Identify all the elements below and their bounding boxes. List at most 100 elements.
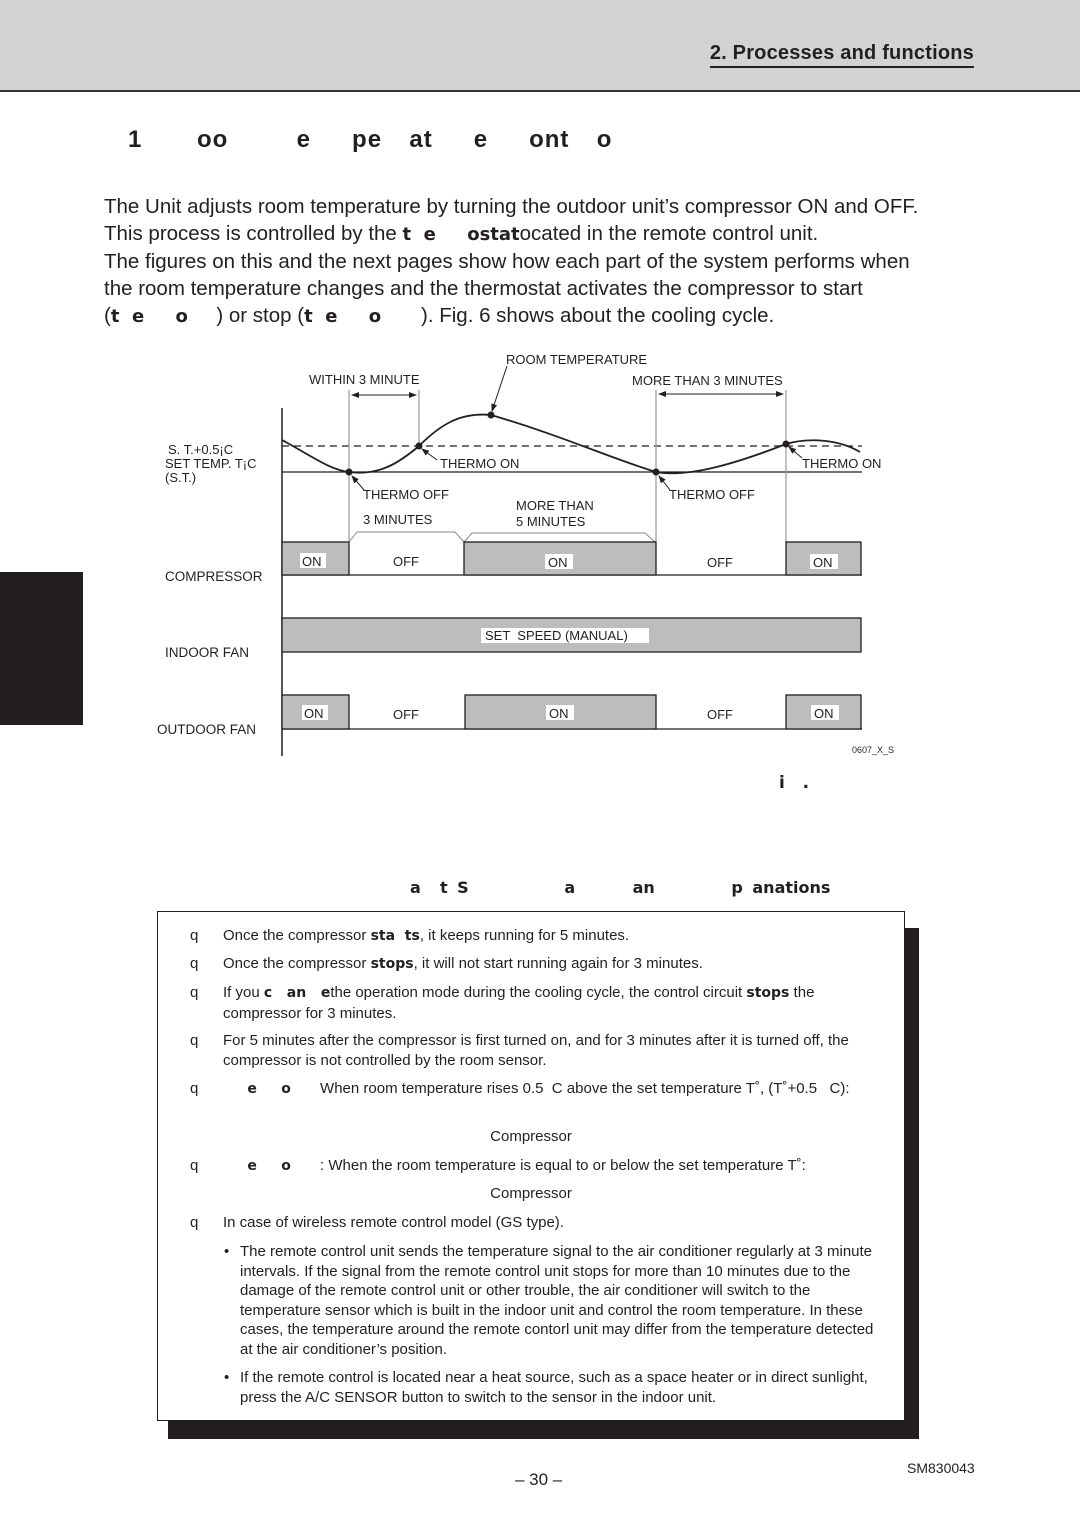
bullet-marker: q [190, 984, 199, 1001]
thermo-off-label: THERMO OFF [669, 487, 755, 502]
intro-line: the room temperature changes and the the… [104, 277, 863, 300]
five-minutes-label: 5 MINUTES [516, 514, 586, 529]
bullet-marker: q [190, 1080, 199, 1097]
outdoor-fan-state: OFF [707, 707, 733, 722]
compressor-off-label: Compressor [490, 1185, 572, 1202]
page-number: – 30 – [515, 1470, 563, 1489]
bold-term: e o [223, 1158, 291, 1174]
indoor-fan-row-label: INDOOR FAN [165, 645, 249, 660]
sub-bullet: • If the remote control is located near … [224, 1368, 884, 1407]
text: ). Fig. 6 shows about the cooling cycle. [381, 304, 775, 327]
intro-line: The Unit adjusts room temperature by tur… [104, 195, 919, 218]
intro-line: This process is controlled by the t e os… [104, 220, 1004, 248]
outdoor-fan-row-label: OUTDOOR FAN [157, 722, 256, 737]
compressor-state: ON [548, 555, 568, 570]
indoor-fan-timeline: SET SPEED (MANUAL) [281, 617, 862, 653]
bold-term: e o [223, 1081, 291, 1097]
text: , it keeps running for 5 minutes. [419, 927, 630, 944]
bold-term: c an e [263, 985, 331, 1001]
thermo-on-point [782, 440, 790, 448]
bold-term: t e o [110, 306, 188, 327]
thermo-off-label: THERMO OFF [363, 487, 449, 502]
text: For 5 minutes after the compressor is fi… [223, 1032, 849, 1069]
figure-caption: i . [779, 773, 810, 793]
indoor-fan-state: SET SPEED (MANUAL) [485, 628, 628, 643]
text: Once the compressor [223, 927, 371, 944]
bold-term: stops [370, 956, 414, 972]
text: If you [223, 984, 264, 1001]
bold-term: t e o [304, 306, 382, 327]
page-heading: 1 oo e pe at e ont o [128, 126, 613, 153]
bullet-marker: q [190, 955, 199, 972]
sub-bullet: • The remote control unit sends the temp… [224, 1242, 884, 1360]
compressor-on-label: Compressor [490, 1128, 572, 1145]
intro-line: The figures on this and the next pages s… [104, 250, 910, 273]
outdoor-fan-state: OFF [393, 707, 419, 722]
intro-text: The Unit adjusts room temperature by tur… [104, 193, 1004, 330]
bullet-marker: q [190, 927, 199, 944]
figure-code: 0607_X_S [852, 745, 894, 755]
three-minutes-label: 3 MINUTES [363, 512, 433, 527]
more-than-label: MORE THAN [516, 498, 594, 513]
text: the operation mode during the cooling cy… [330, 984, 747, 1001]
compressor-state: OFF [707, 555, 733, 570]
list-item: q Once the compressor stops, it will not… [190, 954, 870, 975]
outdoor-fan-state: ON [814, 706, 834, 721]
compressor-state: ON [813, 555, 833, 570]
outdoor-fan-state: ON [549, 706, 569, 721]
thermo-off-point [652, 468, 660, 476]
bullet-marker: q [190, 1032, 199, 1049]
text: In case of wireless remote control model… [223, 1214, 564, 1231]
compressor-timeline: ON OFF ON OFF ON [281, 541, 862, 576]
bullet-marker: q [190, 1157, 199, 1174]
text: ) or stop ( [187, 304, 305, 327]
bold-term: t e ostat [402, 224, 520, 245]
thermo-on-label: THERMO ON [802, 456, 881, 471]
bullet-dot: • [224, 1243, 230, 1260]
room-temperature-label: ROOM TEMPERATURE [506, 352, 647, 367]
thermo-off-point [345, 468, 353, 476]
intro-line: (t e o ) or stop (t e o ). Fig. 6 shows … [104, 302, 1004, 330]
compressor-state: OFF [393, 554, 419, 569]
text: , it will not start running again for 3 … [413, 955, 703, 972]
list-item: q Once the compressor sta ts, it keeps r… [190, 926, 870, 947]
list-item: q e o When room temperature rises 0.5 C … [190, 1079, 870, 1100]
compressor-row-label: COMPRESSOR [165, 569, 263, 584]
text: ( [104, 304, 111, 327]
list-item: q e o : When the room temperature is equ… [190, 1156, 870, 1177]
st-label: (S.T.) [165, 470, 196, 485]
room-temp-point [487, 411, 495, 419]
list-item: q If you c an ethe operation mode during… [190, 983, 870, 1023]
five-minutes-brace [463, 532, 656, 543]
explanations-box: q Once the compressor sta ts, it keeps r… [157, 911, 905, 1421]
bullet-marker: q [190, 1214, 199, 1231]
section-title: 2. Processes and functions [709, 40, 974, 68]
more-than-3-minutes-label: MORE THAN 3 MINUTES [632, 373, 783, 388]
list-item: q In case of wireless remote control mod… [190, 1213, 870, 1233]
text: If the remote control is located near a … [240, 1369, 868, 1406]
explanations-title: a t S a an p anations [410, 878, 831, 897]
outdoor-fan-timeline: ON OFF ON OFF ON [281, 694, 862, 730]
outdoor-fan-state: ON [304, 706, 324, 721]
within-3-minute-label: WITHIN 3 MINUTE [309, 372, 420, 387]
document-code: SM830043 [907, 1460, 975, 1476]
thermo-on-point [415, 442, 423, 450]
cooling-cycle-diagram: ROOM TEMPERATURE WITHIN 3 MINUTE MORE TH… [157, 352, 894, 756]
compressor-state: ON [302, 554, 322, 569]
set-temp-label: SET TEMP. T¡C [165, 456, 257, 471]
bold-term: sta ts [370, 928, 420, 944]
thermo-on-pointer [788, 446, 803, 459]
room-temperature-curve [281, 413, 861, 475]
text: The remote control unit sends the temper… [240, 1243, 874, 1358]
text: Once the compressor [223, 955, 371, 972]
thermo-on-pointer [421, 448, 438, 461]
text: When room temperature rises 0.5 C above … [290, 1080, 850, 1097]
bold-term: stops [746, 985, 790, 1001]
list-item: q For 5 minutes after the compressor is … [190, 1031, 870, 1070]
bullet-dot: • [224, 1369, 230, 1386]
text: : When the room temperature is equal to … [290, 1157, 806, 1174]
thermo-on-label: THERMO ON [440, 456, 519, 471]
room-temp-pointer [491, 365, 508, 412]
text: This process is controlled by the [104, 222, 403, 245]
three-minutes-brace [348, 531, 465, 543]
